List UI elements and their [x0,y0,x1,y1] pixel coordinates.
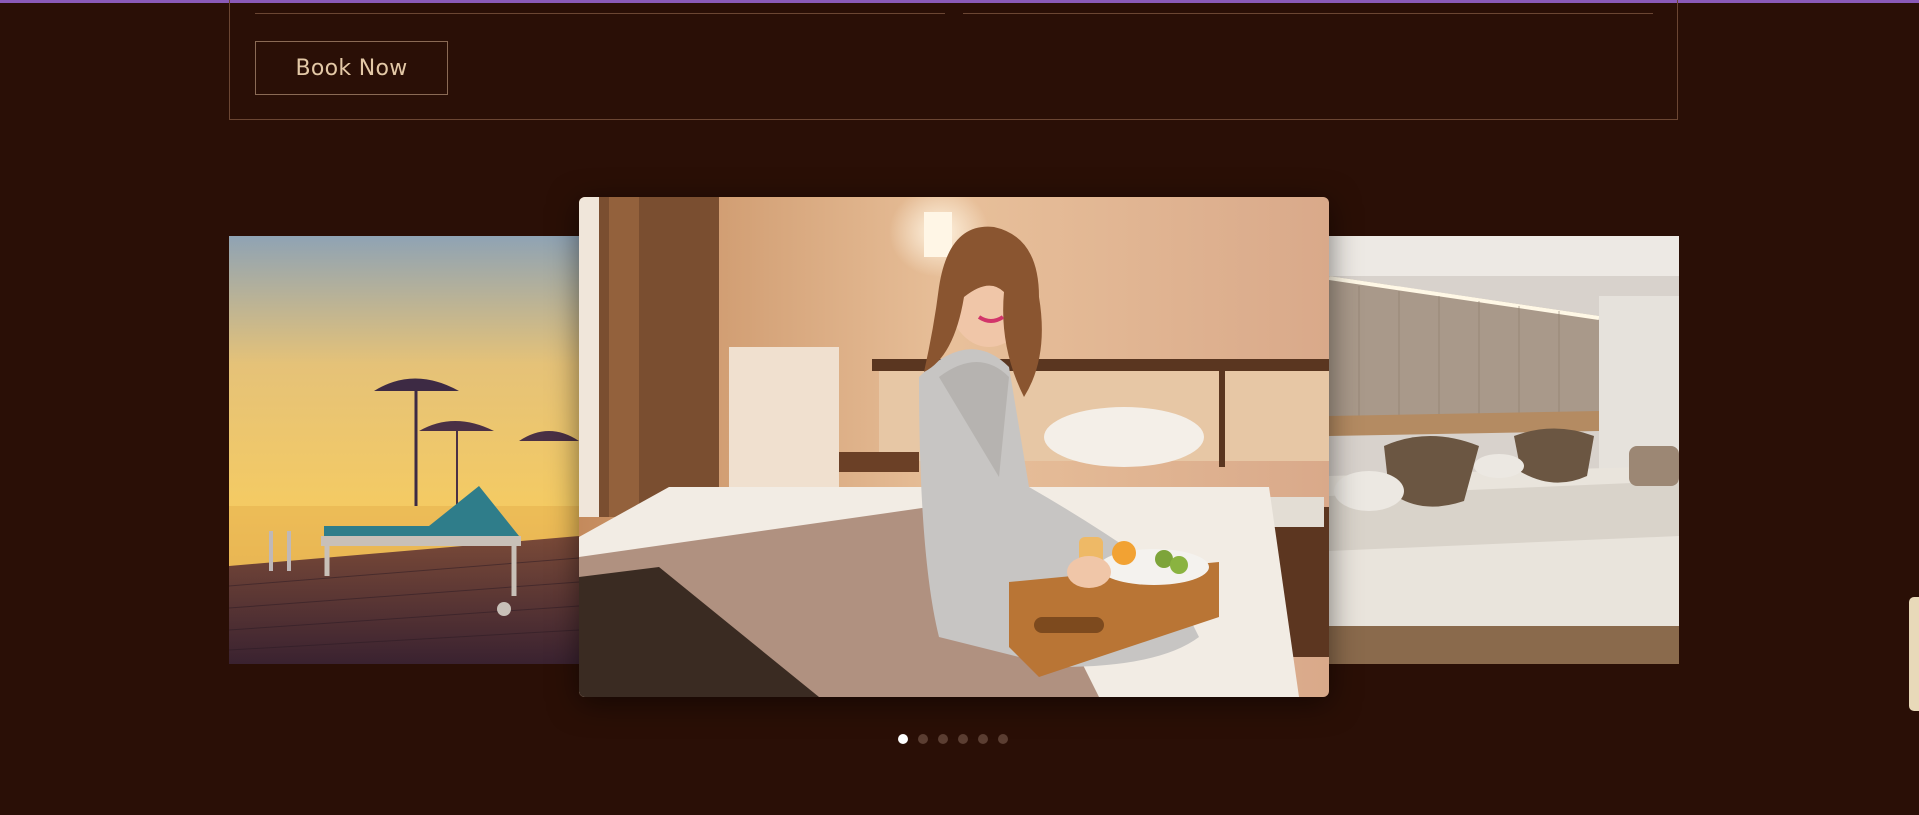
carousel-slide-breakfast[interactable] [579,197,1329,697]
breakfast-in-bed-image [579,197,1329,697]
carousel-dot-4[interactable] [958,734,968,744]
carousel-dot-2[interactable] [918,734,928,744]
booking-panel: Book Now [229,0,1678,120]
carousel-slide-pool[interactable] [229,236,579,664]
carousel-dot-5[interactable] [978,734,988,744]
carousel-dot-1[interactable] [898,734,908,744]
book-now-button[interactable]: Book Now [255,41,448,95]
carousel-slide-room[interactable] [1329,236,1679,664]
pool-sunset-image [229,236,579,664]
booking-field-right[interactable] [963,13,1653,14]
carousel-dot-3[interactable] [938,734,948,744]
room-interior-image [1329,236,1679,664]
booking-field-left[interactable] [255,13,945,14]
carousel-dot-6[interactable] [998,734,1008,744]
page-scrollbar-thumb[interactable] [1909,597,1919,711]
carousel-dots [898,734,1008,744]
